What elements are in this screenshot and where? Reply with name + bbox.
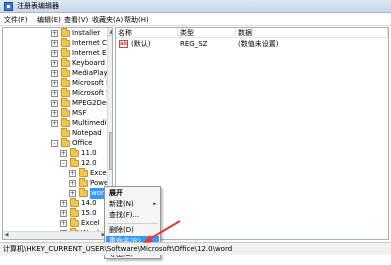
menu-item-delete[interactable]: 删除(D) bbox=[106, 225, 159, 236]
folder-icon bbox=[79, 188, 88, 197]
expand-icon[interactable]: + bbox=[60, 150, 67, 157]
folder-icon bbox=[79, 178, 88, 187]
scroll-left-icon[interactable]: ◀ bbox=[3, 232, 10, 239]
column-header-type[interactable]: 类型 bbox=[178, 28, 236, 38]
expand-icon[interactable]: + bbox=[51, 100, 58, 107]
column-header-data[interactable]: 数据 bbox=[236, 28, 388, 38]
expand-icon[interactable]: + bbox=[60, 200, 67, 207]
expand-icon[interactable]: + bbox=[51, 120, 58, 127]
menu-file[interactable]: 文件(F) bbox=[4, 16, 28, 24]
folder-icon bbox=[70, 208, 79, 217]
registry-editor-icon bbox=[4, 2, 13, 11]
menu-help[interactable]: 帮助(H) bbox=[124, 16, 149, 24]
expand-icon[interactable]: + bbox=[69, 180, 76, 187]
expand-icon[interactable]: + bbox=[51, 80, 58, 87]
expand-icon[interactable]: + bbox=[69, 190, 76, 197]
collapse-icon[interactable]: - bbox=[60, 160, 67, 167]
folder-icon bbox=[61, 98, 70, 107]
folder-icon bbox=[61, 38, 70, 47]
status-path: 计算机\HKEY_CURRENT_USER\Software\Microsoft… bbox=[3, 245, 233, 253]
folder-icon bbox=[61, 128, 70, 137]
folder-icon bbox=[61, 78, 70, 87]
folder-icon bbox=[61, 48, 70, 57]
menu-separator bbox=[107, 223, 158, 224]
value-row[interactable]: ab (默认) REG_SZ (数值未设置) bbox=[116, 39, 388, 49]
title-bar: 注册表编辑器 bbox=[0, 0, 391, 13]
column-header-name[interactable]: 名称 bbox=[116, 28, 178, 38]
folder-icon bbox=[70, 198, 79, 207]
folder-icon bbox=[61, 58, 70, 67]
collapse-icon[interactable]: - bbox=[51, 140, 58, 147]
folder-icon bbox=[70, 218, 79, 227]
menu-bar: 文件(F) 编辑(E) 查看(V) 收藏夹(A) 帮助(H) bbox=[0, 14, 391, 26]
menu-favorites[interactable]: 收藏夹(A) bbox=[92, 16, 123, 24]
folder-icon bbox=[79, 168, 88, 177]
value-data: (数值未设置) bbox=[238, 40, 279, 48]
menu-item-expand[interactable]: 展开 bbox=[106, 188, 159, 199]
folder-icon bbox=[61, 138, 70, 147]
expand-icon[interactable]: + bbox=[60, 220, 67, 227]
expand-icon[interactable]: + bbox=[60, 210, 67, 217]
folder-icon bbox=[61, 108, 70, 117]
expand-icon[interactable]: + bbox=[51, 40, 58, 47]
folder-icon bbox=[61, 68, 70, 77]
expand-icon[interactable]: + bbox=[51, 90, 58, 97]
menu-item-new[interactable]: 新建(N) ▸ bbox=[106, 199, 159, 210]
submenu-arrow-icon: ▸ bbox=[153, 201, 156, 207]
menu-item-label: 新建(N) bbox=[109, 200, 134, 208]
registry-tree[interactable]: + Installer + Internet Conr + Internet E… bbox=[2, 27, 113, 240]
window-title: 注册表编辑器 bbox=[17, 2, 59, 10]
folder-icon bbox=[70, 148, 79, 157]
expand-icon[interactable]: + bbox=[51, 110, 58, 117]
folder-icon bbox=[61, 118, 70, 127]
menu-edit[interactable]: 编辑(E) bbox=[37, 16, 61, 24]
scroll-up-icon[interactable]: ▲ bbox=[108, 28, 112, 36]
menu-item-find[interactable]: 查找(F)... bbox=[106, 210, 159, 221]
folder-icon bbox=[61, 88, 70, 97]
menu-view[interactable]: 查看(V) bbox=[64, 16, 88, 24]
scroll-thumb[interactable] bbox=[109, 132, 112, 170]
expand-icon[interactable]: + bbox=[51, 30, 58, 37]
expand-icon[interactable]: + bbox=[69, 170, 76, 177]
expand-icon[interactable]: + bbox=[51, 70, 58, 77]
expand-icon[interactable]: + bbox=[51, 50, 58, 57]
folder-icon bbox=[70, 158, 79, 167]
expand-icon[interactable]: + bbox=[51, 60, 58, 67]
ab-string-icon: ab bbox=[119, 40, 128, 48]
tree-horizontal-scrollbar[interactable]: ◀ ▶ bbox=[3, 231, 107, 239]
folder-icon bbox=[61, 28, 70, 37]
value-type: REG_SZ bbox=[180, 40, 208, 48]
value-name: (默认) bbox=[131, 40, 151, 48]
status-bar: 计算机\HKEY_CURRENT_USER\Software\Microsoft… bbox=[0, 242, 391, 255]
